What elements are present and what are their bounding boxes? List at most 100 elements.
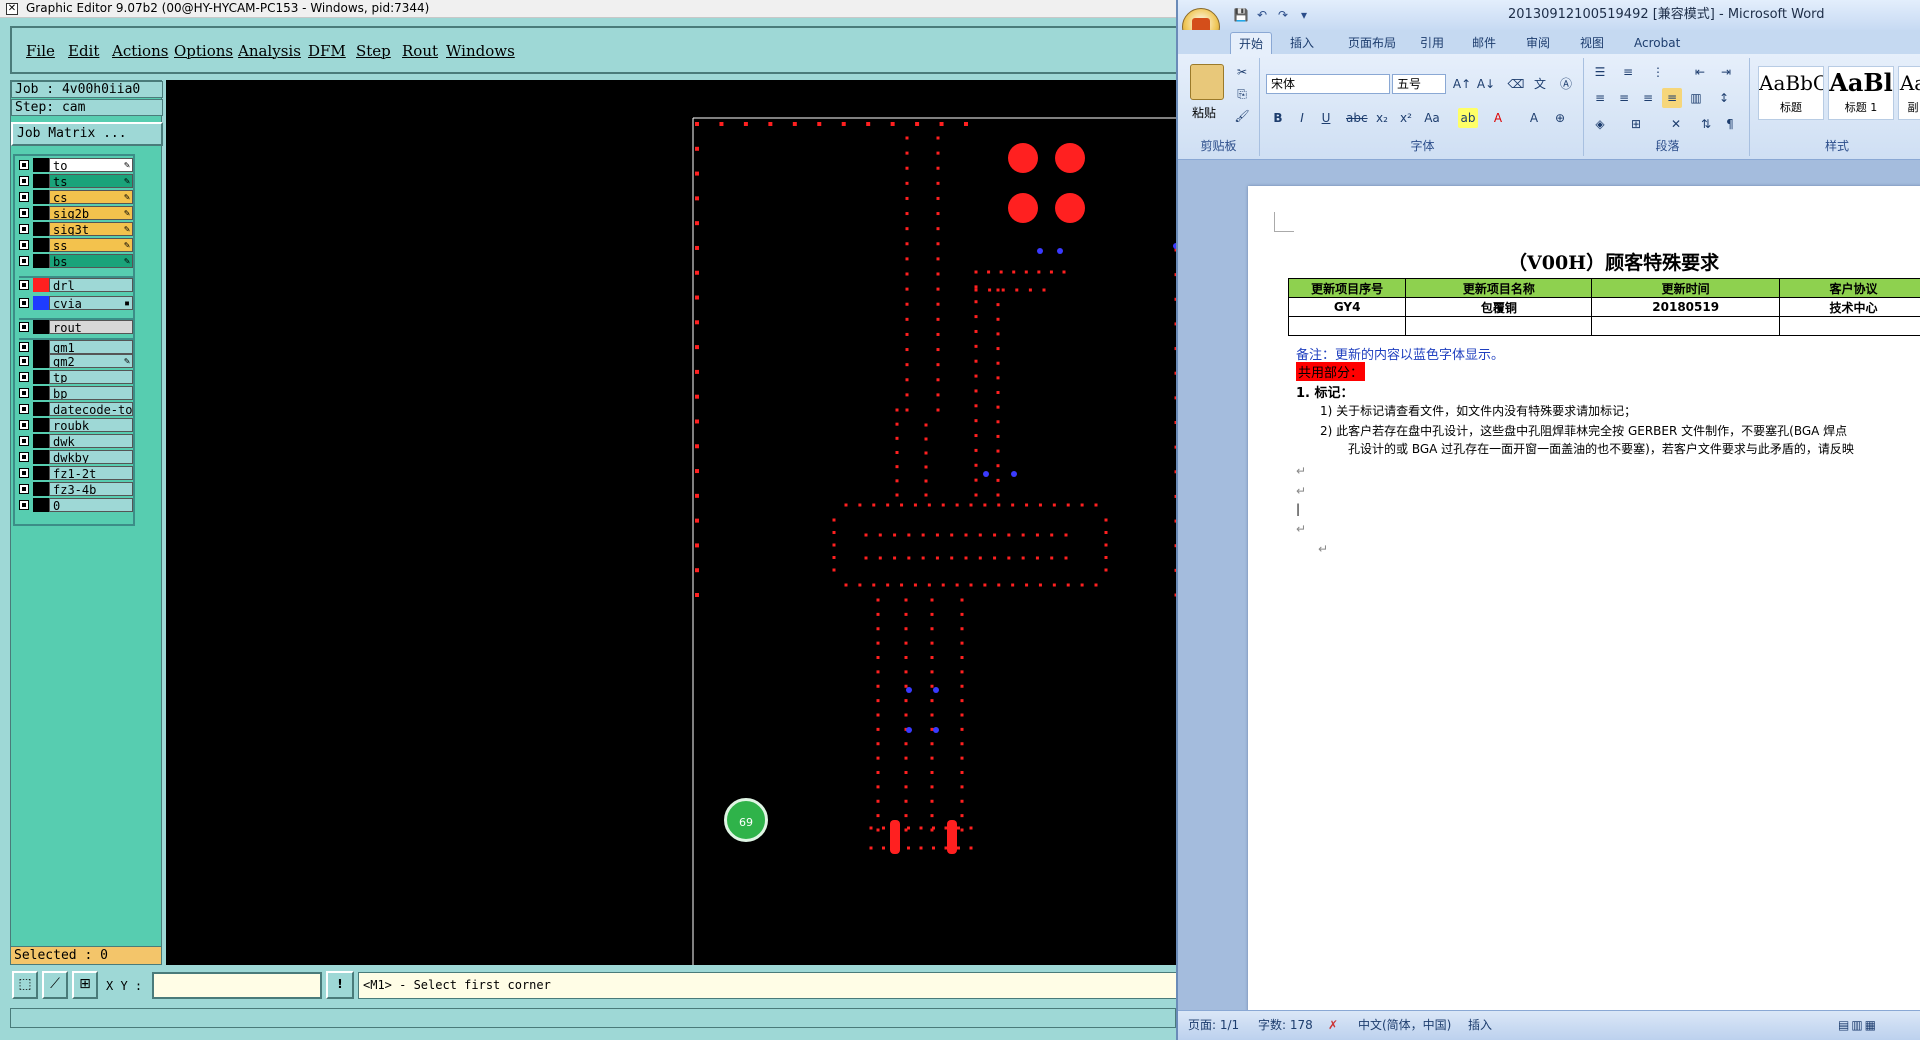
layer-checkbox[interactable] — [19, 176, 29, 186]
tab-page-layout[interactable]: 页面布局 — [1340, 32, 1404, 54]
status-language[interactable]: 中文(简体，中国) — [1358, 1013, 1451, 1037]
layer-checkbox[interactable] — [19, 192, 29, 202]
tab-acrobat[interactable]: Acrobat — [1626, 32, 1688, 54]
numbering-icon[interactable]: ≡ — [1618, 62, 1638, 82]
style-heading-1[interactable]: AaBl 标题 1 — [1828, 66, 1894, 120]
paste-label[interactable]: 粘贴 — [1192, 104, 1216, 121]
menu-step[interactable]: Step — [356, 42, 391, 60]
layer-checkbox[interactable] — [19, 256, 29, 266]
layer-row-dwk[interactable]: dwk — [19, 434, 133, 448]
layer-name[interactable]: tp — [49, 370, 133, 384]
layer-name[interactable]: bp — [49, 386, 133, 400]
subscript-icon[interactable]: x₂ — [1372, 108, 1392, 128]
layer-row-sig3t[interactable]: sig3t ✎ — [19, 222, 133, 236]
layer-name[interactable]: sig3t ✎ — [49, 222, 133, 236]
show-marks-icon[interactable]: ¶ — [1720, 114, 1740, 134]
layer-checkbox[interactable] — [19, 388, 29, 398]
layer-name[interactable]: fz3-4b — [49, 482, 133, 496]
layer-checkbox[interactable] — [19, 436, 29, 446]
layer-name[interactable]: bs ✎ — [49, 254, 133, 268]
layer-checkbox[interactable] — [19, 160, 29, 170]
layer-row-roubk[interactable]: roubk — [19, 418, 133, 432]
proofing-icon[interactable]: ✗ — [1328, 1013, 1338, 1037]
format-painter-icon[interactable]: 🖌 — [1232, 106, 1252, 126]
tab-home[interactable]: 开始 — [1230, 32, 1273, 54]
xy-input[interactable] — [152, 972, 322, 999]
menu-edit[interactable]: Edit — [68, 42, 99, 60]
job-matrix-button[interactable]: Job Matrix ... — [11, 122, 163, 146]
layer-checkbox[interactable] — [19, 280, 29, 290]
font-name-select[interactable]: 宋体 — [1266, 74, 1390, 94]
underline-icon[interactable]: U — [1316, 108, 1336, 128]
layer-row-0[interactable]: 0 — [19, 498, 133, 512]
layer-name[interactable]: rout — [49, 320, 133, 334]
layer-row-fz1-2t[interactable]: fz1-2t — [19, 466, 133, 480]
layer-name[interactable]: cs ✎ — [49, 190, 133, 204]
redo-icon[interactable]: ↷ — [1274, 6, 1292, 24]
save-icon[interactable]: 💾 — [1232, 6, 1250, 24]
layer-name[interactable]: gm1 — [49, 340, 133, 354]
layer-name[interactable]: gm2 ✎ — [49, 354, 133, 368]
decrease-indent-icon[interactable]: ⇤ — [1690, 62, 1710, 82]
layer-checkbox[interactable] — [19, 224, 29, 234]
layer-row-drl[interactable]: drl — [19, 276, 133, 292]
layer-row-gm2[interactable]: gm2 ✎ — [19, 354, 133, 368]
phonetic-icon[interactable]: 文 — [1530, 74, 1550, 94]
layer-row-cs[interactable]: cs ✎ — [19, 190, 133, 204]
enclose-char-icon[interactable]: ⊕ — [1550, 108, 1570, 128]
layer-name[interactable]: to ✎ — [49, 158, 133, 172]
layer-name[interactable]: datecode-to — [49, 402, 133, 416]
layer-row-rout[interactable]: rout — [19, 318, 133, 334]
layer-row-ts[interactable]: ts ✎ — [19, 174, 133, 188]
bold-icon[interactable]: B — [1268, 108, 1288, 128]
layer-name[interactable]: dwk — [49, 434, 133, 448]
customize-icon[interactable]: ▾ — [1295, 6, 1313, 24]
status-words[interactable]: 字数: 178 — [1258, 1013, 1313, 1037]
tab-insert[interactable]: 插入 — [1282, 32, 1322, 54]
layer-row-dwkby[interactable]: dwkby — [19, 450, 133, 464]
view-buttons-icon[interactable]: ▤▥▦ — [1838, 1013, 1878, 1037]
layer-row-bp[interactable]: bp — [19, 386, 133, 400]
layer-checkbox[interactable] — [19, 420, 29, 430]
align-left-icon[interactable]: ≡ — [1590, 88, 1610, 108]
menu-actions[interactable]: Actions — [112, 42, 168, 60]
menu-options[interactable]: Options — [174, 42, 233, 60]
status-page[interactable]: 页面: 1/1 — [1188, 1013, 1239, 1037]
layer-checkbox[interactable] — [19, 322, 29, 332]
layer-name[interactable]: ss ✎ — [49, 238, 133, 252]
borders-icon[interactable]: ⊞ — [1626, 114, 1646, 134]
layer-checkbox[interactable] — [19, 342, 29, 352]
layer-row-gm1[interactable]: gm1 — [19, 338, 133, 354]
char-border-icon[interactable]: Ⓐ — [1556, 74, 1576, 94]
justify-icon[interactable]: ≡ — [1662, 88, 1682, 108]
copy-icon[interactable]: ⎘ — [1232, 84, 1252, 104]
style-subtitle[interactable]: Aa 副 — [1898, 66, 1920, 120]
layer-checkbox[interactable] — [19, 372, 29, 382]
floating-badge[interactable]: 69 — [724, 798, 768, 842]
layer-checkbox[interactable] — [19, 484, 29, 494]
layer-row-sig2b[interactable]: sig2b ✎ — [19, 206, 133, 220]
grow-font-icon[interactable]: A↑ — [1452, 74, 1472, 94]
change-case-icon[interactable]: Aa — [1422, 108, 1442, 128]
increase-indent-icon[interactable]: ⇥ — [1716, 62, 1736, 82]
layer-name[interactable]: ts ✎ — [49, 174, 133, 188]
tab-references[interactable]: 引用 — [1412, 32, 1452, 54]
document-page[interactable]: （V00H）顾客特殊要求 更新项目序号 更新项目名称 更新时间 客户协议 GY4… — [1248, 186, 1920, 1016]
measure-tool-icon[interactable]: ⟋ — [42, 971, 68, 999]
layer-row-datecode-to[interactable]: datecode-to — [19, 402, 133, 416]
tab-review[interactable]: 审阅 — [1518, 32, 1558, 54]
char-shading-icon[interactable]: A — [1524, 108, 1544, 128]
layer-row-fz3-4b[interactable]: fz3-4b — [19, 482, 133, 496]
clear-format-icon[interactable]: ⌫ — [1506, 74, 1526, 94]
sort-icon[interactable]: ⇅ — [1696, 114, 1716, 134]
font-color-icon[interactable]: A — [1488, 108, 1508, 128]
layer-name[interactable]: roubk — [49, 418, 133, 432]
menu-rout[interactable]: Rout — [402, 42, 438, 60]
highlight-icon[interactable]: ab — [1458, 108, 1478, 128]
layer-checkbox[interactable] — [19, 298, 29, 308]
graphic-canvas[interactable] — [166, 80, 1176, 965]
layer-row-bs[interactable]: bs ✎ — [19, 254, 133, 268]
layer-row-tp[interactable]: tp — [19, 370, 133, 384]
tab-view[interactable]: 视图 — [1572, 32, 1612, 54]
zoom-tool-icon[interactable]: ⬚ — [12, 971, 38, 999]
